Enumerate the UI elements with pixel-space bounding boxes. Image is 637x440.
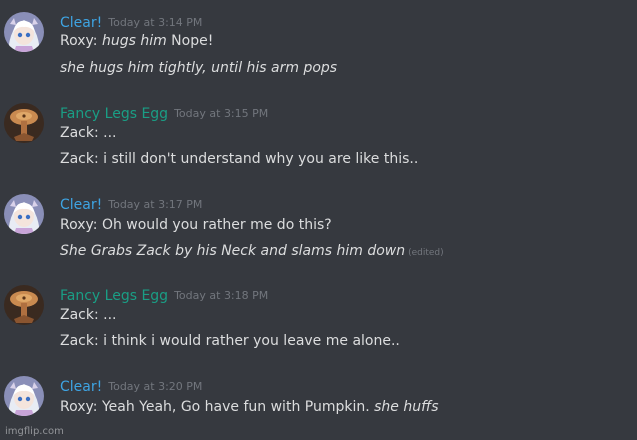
message-text: she hugs him tightly, until his arm pops xyxy=(60,58,337,78)
message-text: Zack: ... xyxy=(60,125,117,141)
username[interactable]: Clear! xyxy=(60,379,102,395)
username[interactable]: Fancy Legs Egg xyxy=(60,106,168,122)
message-text-part: Roxy: Yeah Yeah, Go have fun with Pumpki… xyxy=(60,399,375,415)
message-header: Fancy Legs Egg Today at 3:15 PM xyxy=(60,103,268,122)
message-header: Clear! Today at 3:17 PM xyxy=(60,194,202,213)
egg-avatar[interactable] xyxy=(4,103,44,143)
anime-girl-avatar[interactable] xyxy=(4,12,44,52)
message-text-part: Nope! xyxy=(166,33,214,49)
egg-avatar[interactable] xyxy=(4,285,44,325)
timestamp[interactable]: Today at 3:17 PM xyxy=(108,198,202,211)
message-group: Clear! Today at 3:14 PM Roxy: hugs him No… xyxy=(0,12,637,82)
username[interactable]: Clear! xyxy=(60,197,102,213)
message-group: Clear! Today at 3:17 PM Roxy: Oh would yo… xyxy=(0,194,637,264)
message-header: Clear! Today at 3:14 PM xyxy=(60,12,202,31)
watermark: imgflip.com xyxy=(5,426,64,437)
message-header: Clear! Today at 3:20 PM xyxy=(60,376,202,395)
message-text: Zack: ... xyxy=(60,307,117,323)
timestamp[interactable]: Today at 3:15 PM xyxy=(174,107,268,120)
anime-girl-avatar[interactable] xyxy=(4,194,44,234)
message-group: Fancy Legs Egg Today at 3:15 PM Zack: ...… xyxy=(0,103,637,173)
message-text: Roxy: Oh would you rather me do this? xyxy=(60,217,332,233)
username[interactable]: Clear! xyxy=(60,15,102,31)
anime-girl-avatar[interactable] xyxy=(4,376,44,416)
username[interactable]: Fancy Legs Egg xyxy=(60,288,168,304)
edited-label: (edited) xyxy=(408,248,444,258)
message-group: Clear! Today at 3:20 PM Roxy: Yeah Yeah, … xyxy=(0,376,637,422)
timestamp[interactable]: Today at 3:14 PM xyxy=(108,16,202,29)
message-action-text: she hugs him tightly, until his arm pops xyxy=(60,60,338,76)
message-header: Fancy Legs Egg Today at 3:18 PM xyxy=(60,285,268,304)
timestamp[interactable]: Today at 3:18 PM xyxy=(174,289,268,302)
message-action-text: she huffs xyxy=(374,399,439,415)
message-text-part: Roxy: xyxy=(60,33,102,49)
message-text: Roxy: Yeah Yeah, Go have fun with Pumpki… xyxy=(60,397,439,417)
timestamp[interactable]: Today at 3:20 PM xyxy=(108,380,202,393)
message-text: Roxy: hugs him Nope! xyxy=(60,31,213,51)
message-group: Fancy Legs Egg Today at 3:18 PM Zack: ...… xyxy=(0,285,637,355)
message-text: She Grabs Zack by his Neck and slams him… xyxy=(60,241,444,263)
message-text: Zack: i still don't understand why you a… xyxy=(60,151,419,167)
message-text: Zack: i think i would rather you leave m… xyxy=(60,333,400,349)
message-action-text: hugs him xyxy=(101,33,167,49)
chat-log: Clear! Today at 3:14 PM Roxy: hugs him No… xyxy=(0,0,637,440)
message-action-text: She Grabs Zack by his Neck and slams him… xyxy=(60,243,406,259)
